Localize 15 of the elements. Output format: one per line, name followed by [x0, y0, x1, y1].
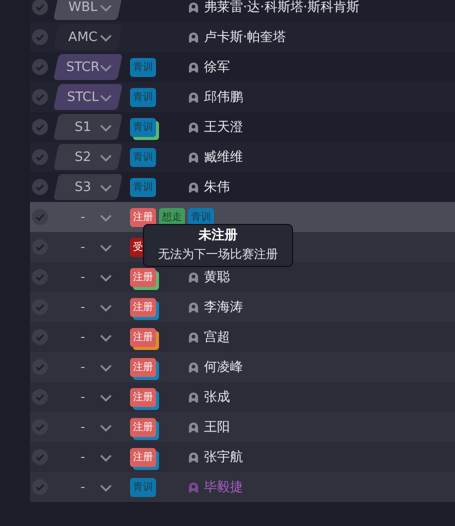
status-tag: 注册 — [130, 418, 156, 436]
status-tag: 注册 — [130, 268, 156, 286]
status-tag: 注册 — [130, 208, 156, 226]
status-tag: 注册 — [130, 328, 156, 346]
status-tag: 注册 — [130, 298, 156, 316]
status-tag: 青训 — [130, 88, 156, 106]
status-tag: 青训 — [130, 148, 156, 166]
status-tag: 注册 — [130, 358, 156, 376]
status-tag: 青训 — [130, 178, 156, 196]
status-tag: 注册 — [130, 448, 156, 466]
tooltip-text: 无法为下一场比赛注册 — [158, 246, 278, 262]
status-tag: 青训 — [130, 118, 156, 136]
status-tag: 注册 — [130, 388, 156, 406]
status-tag: 青训 — [130, 478, 156, 496]
status-tag: 青训 — [130, 58, 156, 76]
